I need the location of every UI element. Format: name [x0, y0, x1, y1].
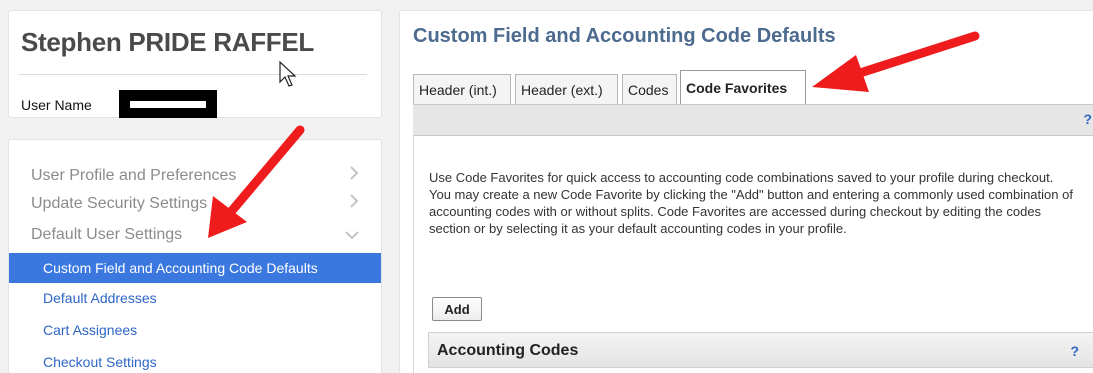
chevron-down-icon — [345, 227, 359, 245]
sub-item-default-addresses[interactable]: Default Addresses — [9, 283, 381, 313]
chevron-right-icon — [349, 194, 359, 213]
sub-item-custom-field-defaults[interactable]: Custom Field and Accounting Code Default… — [9, 253, 381, 283]
username-label: User Name — [21, 97, 92, 113]
sub-item-label: Default Addresses — [43, 290, 157, 306]
sub-item-label: Custom Field and Accounting Code Default… — [43, 260, 318, 276]
code-favorites-description: Use Code Favorites for quick access to a… — [429, 170, 1073, 236]
username-redacted — [119, 90, 217, 118]
sub-item-checkout-settings[interactable]: Checkout Settings — [9, 347, 381, 373]
nav-item-label: Default User Settings — [31, 226, 183, 243]
help-icon[interactable]: ? — [1070, 343, 1079, 359]
sub-item-cart-assignees[interactable]: Cart Assignees — [9, 315, 381, 345]
tab-header-int[interactable]: Header (int.) — [413, 74, 511, 104]
settings-nav: User Profile and Preferences Update Secu… — [8, 139, 382, 373]
nav-item-default-user-settings[interactable]: Default User Settings — [9, 221, 381, 251]
nav-item-label: Update Security Settings — [31, 195, 208, 212]
main-panel: Custom Field and Accounting Code Default… — [399, 10, 1093, 373]
sub-item-label: Checkout Settings — [43, 354, 157, 370]
add-button[interactable]: Add — [432, 297, 482, 321]
section-title: Accounting Codes — [437, 342, 579, 359]
tab-header-ext[interactable]: Header (ext.) — [515, 74, 618, 104]
tab-code-favorites[interactable]: Code Favorites — [680, 70, 806, 104]
accounting-codes-header: Accounting Codes ? — [428, 332, 1093, 368]
tab-codes[interactable]: Codes — [622, 74, 677, 104]
nav-item-security[interactable]: Update Security Settings — [9, 190, 381, 220]
help-icon[interactable]: ? — [1083, 111, 1092, 127]
tab-toolbar: ? — [413, 104, 1093, 136]
chevron-right-icon — [349, 166, 359, 185]
sub-item-label: Cart Assignees — [43, 322, 138, 338]
nav-item-user-profile[interactable]: User Profile and Preferences — [9, 162, 381, 192]
nav-item-label: User Profile and Preferences — [31, 167, 237, 184]
tab-content: Use Code Favorites for quick access to a… — [413, 136, 1093, 373]
divider — [19, 74, 367, 75]
page-title: Custom Field and Accounting Code Default… — [413, 25, 836, 47]
user-full-name: Stephen PRIDE RAFFEL — [21, 27, 315, 57]
user-card: Stephen PRIDE RAFFEL User Name — [8, 10, 382, 118]
